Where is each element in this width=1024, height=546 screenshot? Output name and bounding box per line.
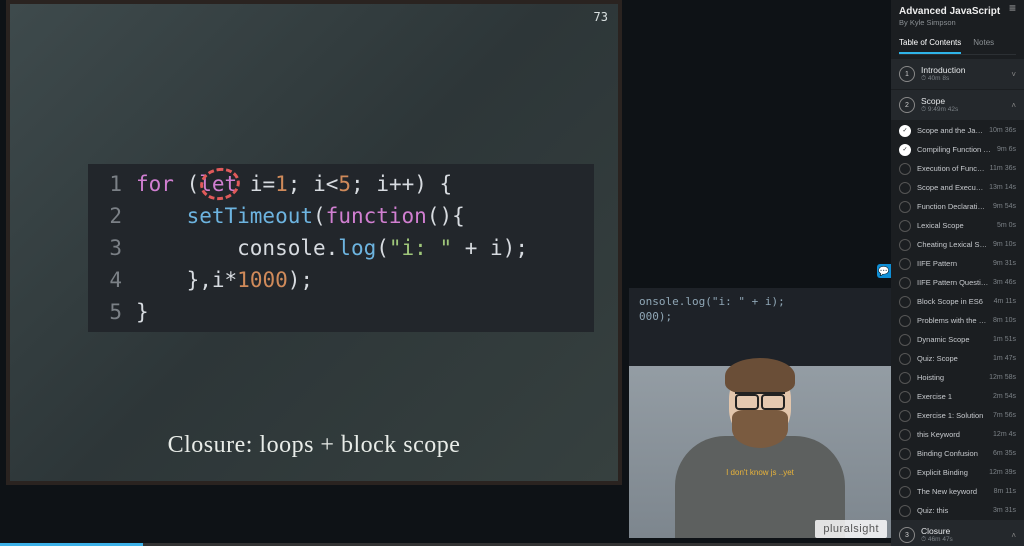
lesson-item[interactable]: ✓Scope and the JavaScript Com..10m 36s <box>891 121 1024 140</box>
circle-icon <box>899 334 911 346</box>
lesson-item[interactable]: ✓Compiling Function Scope9m 6s <box>891 140 1024 159</box>
sidebar-tabs: Table of Contents Notes <box>899 33 1016 55</box>
circle-icon <box>899 353 911 365</box>
code-block: 1for (let i=1; i<5; i++) {2 setTimeout(f… <box>88 164 594 332</box>
circle-icon <box>899 163 911 175</box>
circle-icon <box>899 315 911 327</box>
chevron-up-icon: ˄ <box>1011 101 1016 110</box>
lesson-item[interactable]: The New keyword8m 11s <box>891 482 1024 501</box>
lesson-item[interactable]: Execution of Function Code11m 36s <box>891 159 1024 178</box>
chevron-up-icon: ˄ <box>1011 531 1016 540</box>
circle-icon <box>899 391 911 403</box>
course-title: Advanced JavaScript <box>899 6 1016 17</box>
lesson-item[interactable]: Block Scope in ES64m 11s <box>891 292 1024 311</box>
lesson-item[interactable]: IIFE Pattern Questions3m 46s <box>891 273 1024 292</box>
circle-icon <box>899 429 911 441</box>
check-icon: ✓ <box>899 144 911 156</box>
table-of-contents[interactable]: 1Introduction⏱ 40m 8s˅2Scope⏱ 9:49m 42s˄… <box>891 59 1024 546</box>
check-icon: ✓ <box>899 125 911 137</box>
pluralsight-watermark: pluralsight <box>815 520 887 538</box>
lesson-item[interactable]: Problems with the Let Keyword8m 10s <box>891 311 1024 330</box>
lesson-item[interactable]: IIFE Pattern9m 31s <box>891 254 1024 273</box>
lesson-item[interactable]: this Keyword12m 4s <box>891 425 1024 444</box>
lesson-item[interactable]: Scope and Execution Example13m 14s <box>891 178 1024 197</box>
feedback-badge[interactable]: 💬 <box>877 264 891 278</box>
video-player[interactable]: 73 1for (let i=1; i<5; i++) {2 setTimeou… <box>0 0 891 546</box>
lesson-item[interactable]: Exercise 12m 54s <box>891 387 1024 406</box>
menu-icon[interactable]: ≡ <box>1009 4 1016 12</box>
lesson-item[interactable]: Dynamic Scope1m 51s <box>891 330 1024 349</box>
circle-icon <box>899 201 911 213</box>
circle-icon <box>899 277 911 289</box>
course-author: By Kyle Simpson <box>899 18 1016 27</box>
circle-icon <box>899 372 911 384</box>
section-header[interactable]: 3Closure⏱ 46m 47s˄ <box>891 520 1024 546</box>
lesson-item[interactable]: Lexical Scope5m 0s <box>891 216 1024 235</box>
lesson-item[interactable]: Function Declarations, Functio..9m 54s <box>891 197 1024 216</box>
circle-icon <box>899 296 911 308</box>
course-sidebar: ≡ Advanced JavaScript By Kyle Simpson Ta… <box>891 0 1024 546</box>
section-header[interactable]: 1Introduction⏱ 40m 8s˅ <box>891 59 1024 90</box>
chevron-down-icon: ˅ <box>1011 70 1016 79</box>
lesson-item[interactable]: Quiz: this3m 31s <box>891 501 1024 520</box>
section-header[interactable]: 2Scope⏱ 9:49m 42s˄ <box>891 90 1024 121</box>
circle-icon <box>899 258 911 270</box>
circle-icon <box>899 239 911 251</box>
speaker-figure: I don't know js ..yet <box>670 348 850 538</box>
slide-number: 73 <box>594 10 608 24</box>
lesson-item[interactable]: Explicit Binding12m 39s <box>891 463 1024 482</box>
slide-caption: Closure: loops + block scope <box>10 432 618 459</box>
slide-chalkboard: 73 1for (let i=1; i<5; i++) {2 setTimeou… <box>6 0 622 485</box>
lesson-item[interactable]: Quiz: Scope1m 47s <box>891 349 1024 368</box>
speaker-shirt-text: I don't know js ..yet <box>726 468 794 478</box>
tab-notes[interactable]: Notes <box>973 33 994 54</box>
circle-icon <box>899 220 911 232</box>
circle-icon <box>899 486 911 498</box>
lesson-item[interactable]: Binding Confusion6m 35s <box>891 444 1024 463</box>
circle-icon <box>899 410 911 422</box>
lesson-item[interactable]: Hoisting12m 58s <box>891 368 1024 387</box>
circle-icon <box>899 505 911 517</box>
lesson-item[interactable]: Exercise 1: Solution7m 56s <box>891 406 1024 425</box>
circle-icon <box>899 182 911 194</box>
circle-icon <box>899 467 911 479</box>
speaker-camera: onsole.log("i: " + i);000); I don't know… <box>629 288 891 538</box>
tab-toc[interactable]: Table of Contents <box>899 33 961 54</box>
circle-icon <box>899 448 911 460</box>
lesson-item[interactable]: Cheating Lexical Scope: eval9m 10s <box>891 235 1024 254</box>
